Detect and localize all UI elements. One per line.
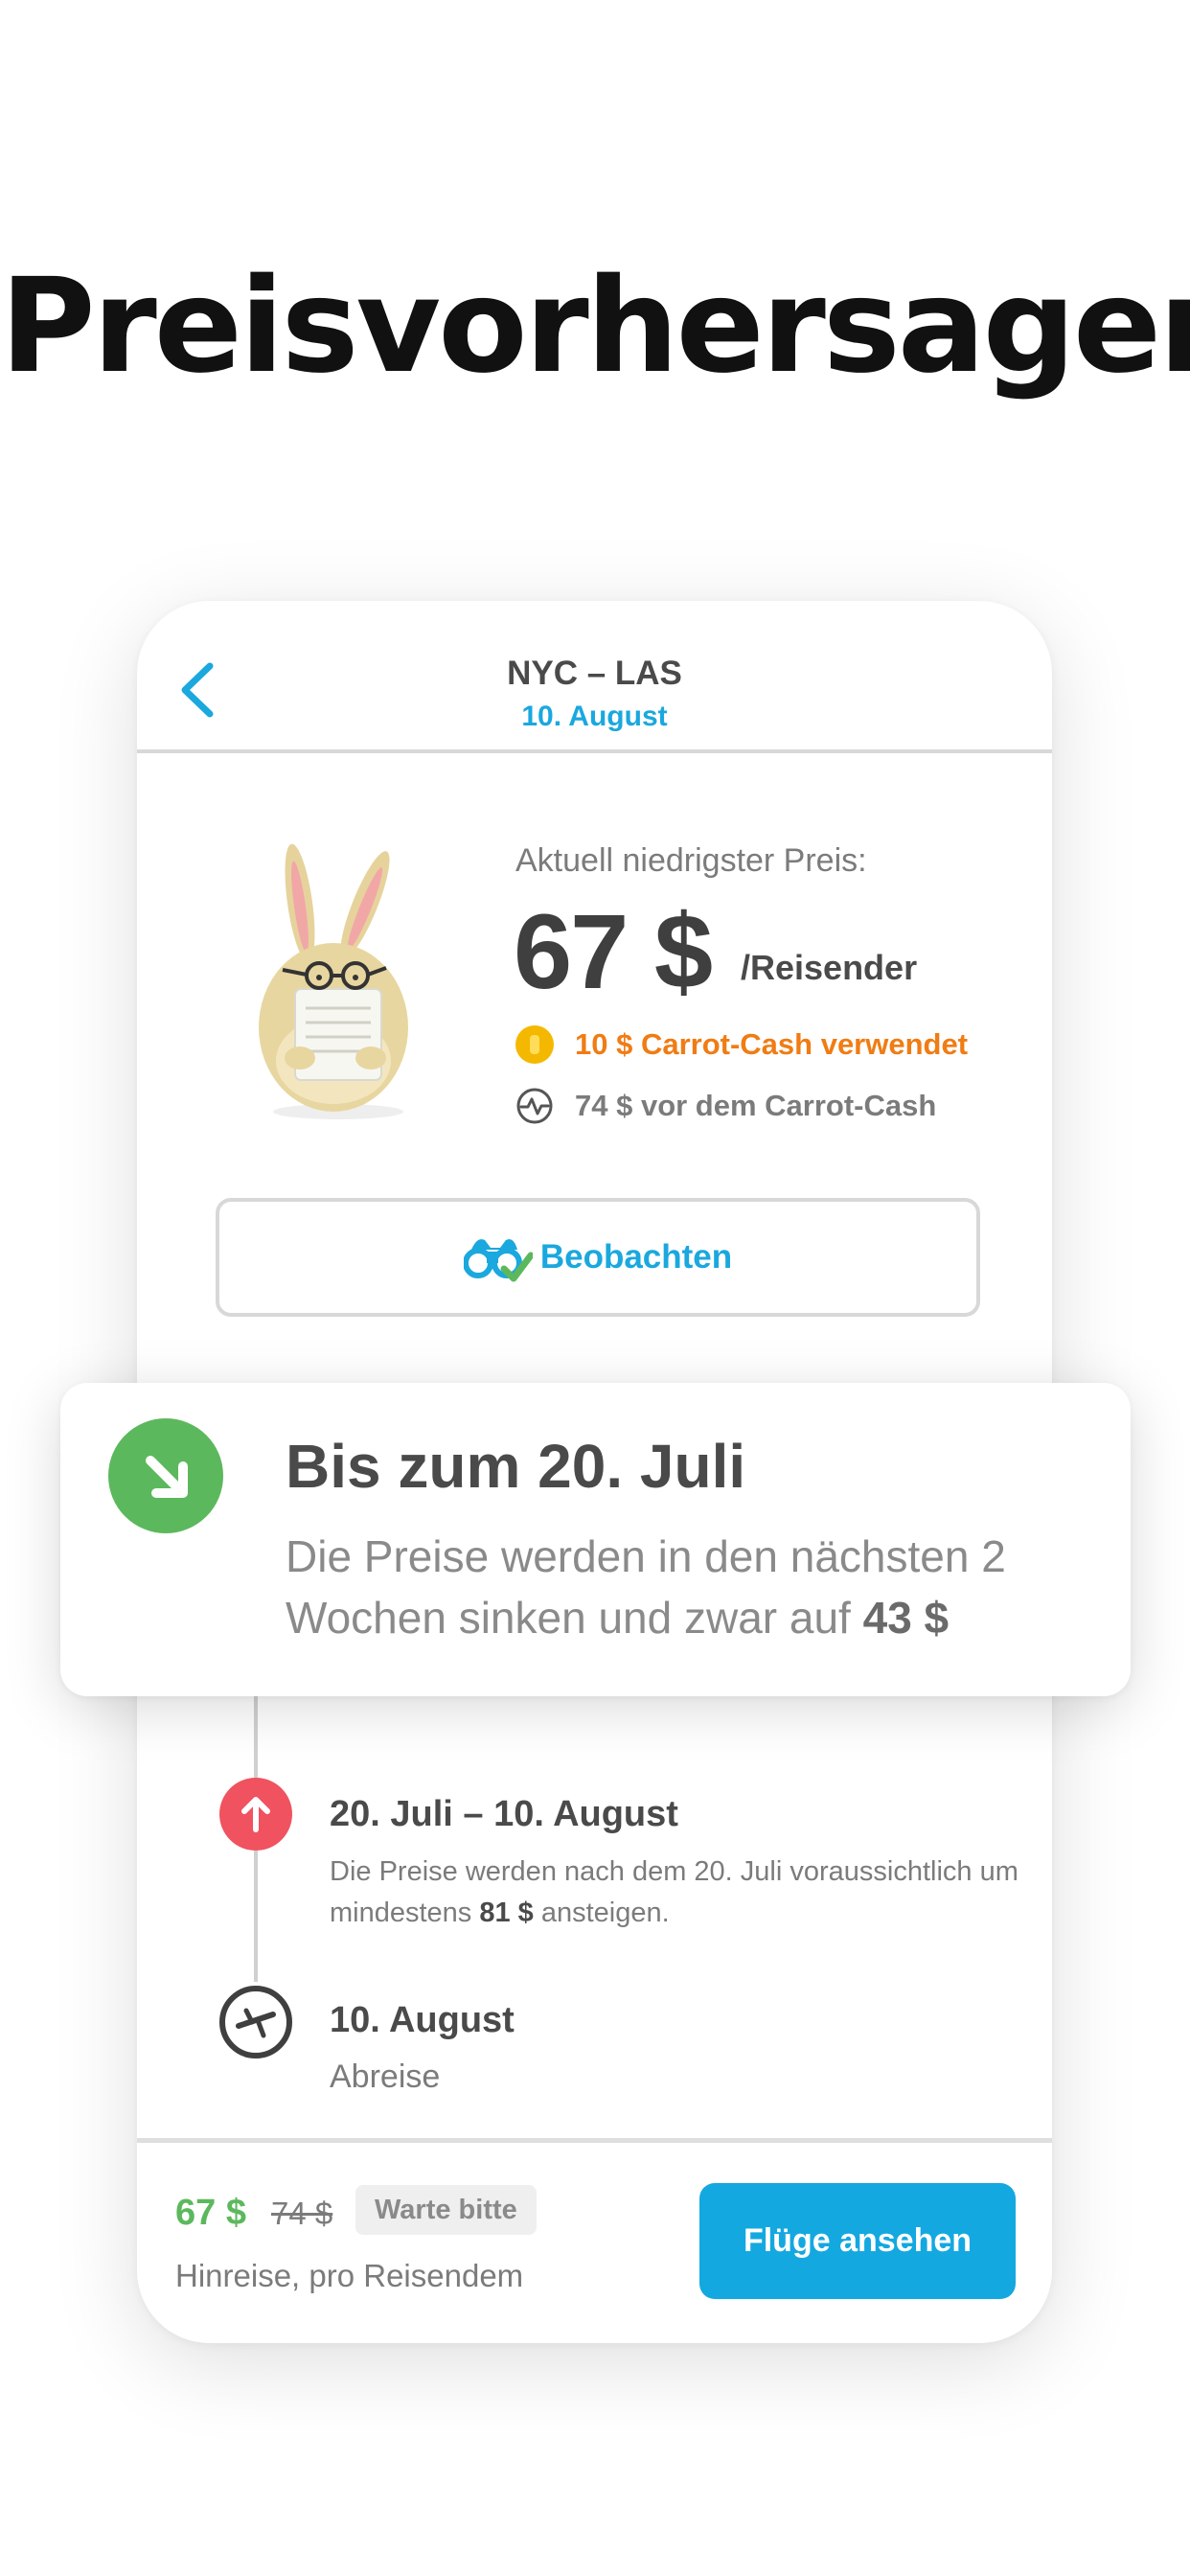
travel-date: 10. August xyxy=(521,701,668,732)
booking-footer: 67 $ 74 $ Warte bitte Hinreise, pro Reis… xyxy=(137,2138,1052,2343)
binoculars-icon xyxy=(463,1239,533,1282)
coin-icon xyxy=(515,1025,554,1064)
current-price: 67 $ xyxy=(514,893,713,1011)
view-flights-button[interactable]: Flüge ansehen xyxy=(699,2183,1016,2299)
prediction-card: Bis zum 20. Juli Die Preise werden in de… xyxy=(60,1383,1131,1696)
footer-old-price: 74 $ xyxy=(271,2196,333,2231)
watch-button-label: Beobachten xyxy=(539,1238,733,1276)
prediction-description: Die Preise werden in den nächsten 2 Woch… xyxy=(286,1531,1006,1643)
timeline-departure-subtitle: Abreise xyxy=(330,2058,441,2095)
wait-badge: Warte bitte xyxy=(355,2185,537,2235)
headline: Preisvorhersagen xyxy=(0,251,1190,402)
route-title: NYC – LAS xyxy=(507,655,682,692)
prediction-title: Bis zum 20. Juli xyxy=(286,1432,746,1501)
carrot-cash-row: 10 $ Carrot-Cash verwendet xyxy=(515,1024,968,1066)
price-label: Aktuell niedrigster Preis: xyxy=(515,842,867,879)
departure-plane-icon xyxy=(219,1986,292,2058)
before-carrot-cash-row: 74 $ vor dem Carrot-Cash xyxy=(515,1085,936,1127)
carrot-cash-text: 10 $ Carrot-Cash verwendet xyxy=(575,1027,969,1061)
footer-price: 67 $ xyxy=(175,2193,246,2233)
bunny-mascot-illustration xyxy=(259,843,408,1119)
timeline-connector xyxy=(254,1851,258,1982)
pulse-icon xyxy=(516,1088,553,1124)
timeline-departure-title: 10. August xyxy=(330,2000,515,2040)
timeline-rise-description: Die Preise werden nach dem 20. Juli vora… xyxy=(330,1856,1018,1928)
per-traveler-label: /Reisender xyxy=(741,948,918,987)
timeline-connector xyxy=(254,1696,258,1778)
nav-bar: NYC – LAS 10. August xyxy=(137,601,1052,753)
watch-button[interactable]: Beobachten xyxy=(216,1198,980,1317)
timeline-rise-title: 20. Juli – 10. August xyxy=(330,1794,678,1834)
footer-subtitle: Hinreise, pro Reisendem xyxy=(175,2258,524,2293)
price-up-icon xyxy=(219,1778,292,1851)
price-down-icon xyxy=(108,1418,223,1533)
before-carrot-cash-text: 74 $ vor dem Carrot-Cash xyxy=(575,1089,937,1122)
